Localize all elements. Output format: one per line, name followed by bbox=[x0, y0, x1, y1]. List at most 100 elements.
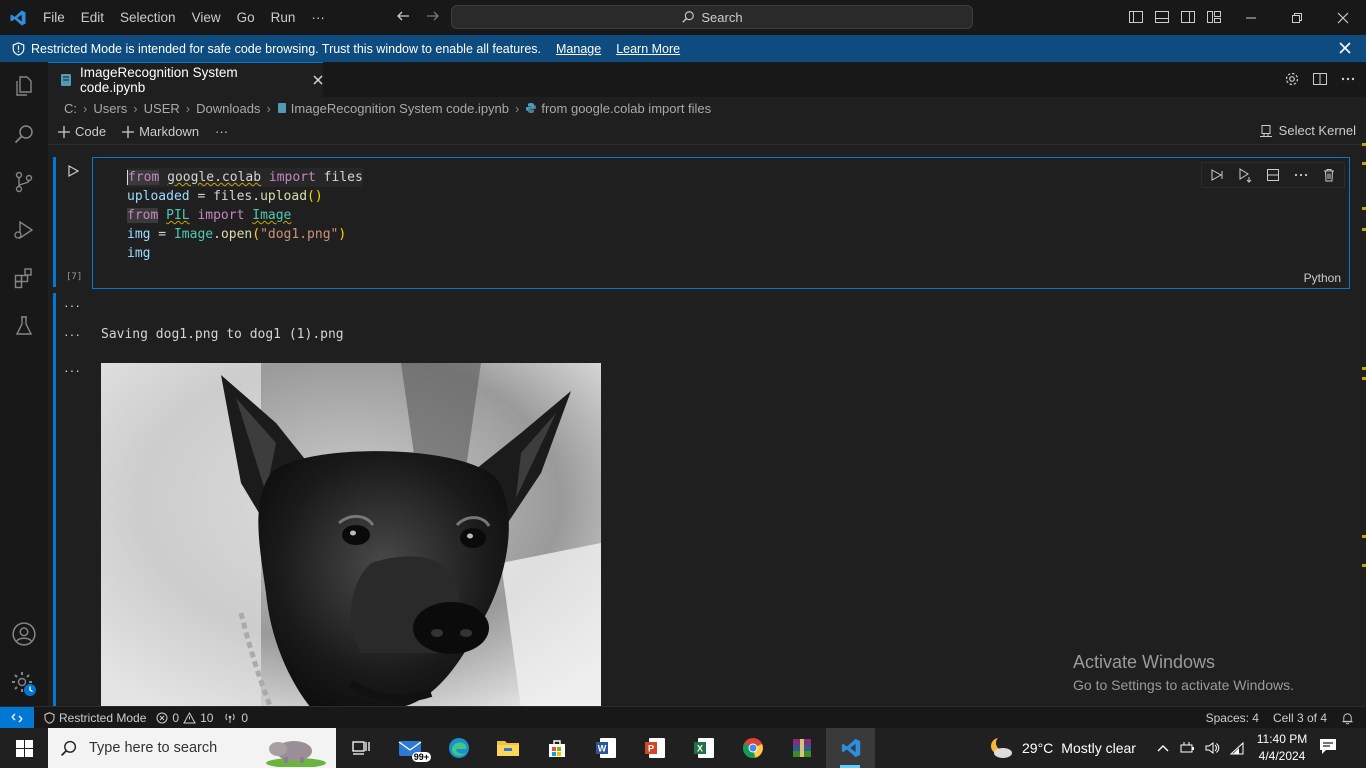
code-line-5: img bbox=[127, 246, 151, 261]
output-more-button[interactable]: ··· bbox=[64, 326, 81, 342]
indentation-status[interactable]: Spaces: 4 bbox=[1206, 711, 1259, 725]
close-tab-icon[interactable] bbox=[313, 75, 323, 85]
split-editor-icon[interactable] bbox=[1312, 71, 1328, 87]
excel-app-icon[interactable]: X bbox=[679, 728, 728, 768]
search-icon bbox=[60, 740, 77, 757]
svg-text:P: P bbox=[647, 744, 653, 754]
mail-badge: 99+ bbox=[411, 752, 431, 762]
minimap-marker bbox=[1362, 143, 1366, 146]
menu-more[interactable]: ··· bbox=[303, 10, 333, 25]
run-debug-icon[interactable] bbox=[0, 206, 48, 254]
code-cell[interactable]: from google.colab import files uploaded =… bbox=[92, 157, 1350, 289]
close-window-button[interactable] bbox=[1320, 0, 1366, 35]
restricted-mode-label: Restricted Mode bbox=[59, 710, 147, 725]
toolbar-more-button[interactable]: ··· bbox=[215, 124, 228, 139]
taskbar-search-box[interactable]: Type here to search bbox=[48, 728, 336, 768]
remote-window-icon[interactable] bbox=[0, 706, 34, 729]
learn-more-link[interactable]: Learn More bbox=[616, 42, 680, 56]
manage-gear-icon[interactable] bbox=[0, 660, 48, 708]
breadcrumb-downloads[interactable]: Downloads bbox=[196, 101, 260, 116]
cell-more-icon[interactable] bbox=[1290, 165, 1312, 185]
restricted-mode-status[interactable]: Restricted Mode bbox=[44, 711, 146, 725]
edge-browser-icon[interactable] bbox=[434, 728, 483, 768]
output-more-button[interactable]: ··· bbox=[64, 362, 81, 378]
breadcrumb-symbol[interactable]: from google.colab import files bbox=[541, 101, 711, 116]
cell-language[interactable]: Python bbox=[1304, 271, 1341, 285]
activate-subtitle: Go to Settings to activate Windows. bbox=[1073, 677, 1294, 693]
ports-status[interactable]: 0 bbox=[223, 711, 248, 725]
toggle-secondary-sidebar-icon[interactable] bbox=[1180, 9, 1196, 25]
microsoft-store-icon[interactable] bbox=[532, 728, 581, 768]
extensions-icon[interactable] bbox=[0, 254, 48, 302]
vscode-taskbar-icon[interactable] bbox=[826, 728, 875, 768]
battery-plug-icon[interactable] bbox=[1179, 741, 1195, 755]
winrar-app-icon[interactable] bbox=[777, 728, 826, 768]
menu-go[interactable]: Go bbox=[229, 10, 263, 25]
chrome-browser-icon[interactable] bbox=[728, 728, 777, 768]
breadcrumb-file[interactable]: ImageRecognition System code.ipynb bbox=[291, 101, 509, 116]
explorer-icon[interactable] bbox=[0, 62, 48, 110]
volume-icon[interactable] bbox=[1204, 741, 1220, 755]
back-arrow-icon[interactable] bbox=[395, 8, 411, 24]
chevron-right-icon: › bbox=[266, 100, 271, 116]
broadcast-icon bbox=[223, 712, 237, 724]
file-explorer-icon[interactable] bbox=[483, 728, 532, 768]
windows-start-icon[interactable] bbox=[0, 728, 48, 768]
chevron-up-icon[interactable] bbox=[1156, 743, 1170, 753]
notebook-toolbar: Code Markdown ··· Select Kernel bbox=[48, 119, 1366, 145]
breadcrumb-user[interactable]: USER bbox=[144, 101, 180, 116]
search-icon bbox=[681, 10, 695, 24]
breadcrumb-drive[interactable]: C: bbox=[64, 101, 77, 116]
toggle-panel-icon[interactable] bbox=[1154, 9, 1170, 25]
notebook-settings-gear-icon[interactable] bbox=[1284, 71, 1300, 87]
forward-arrow-icon[interactable] bbox=[425, 8, 441, 24]
split-cell-icon[interactable] bbox=[1262, 165, 1284, 185]
editor-tabs: ImageRecognition System code.ipynb bbox=[48, 62, 1366, 97]
select-kernel-label: Select Kernel bbox=[1278, 123, 1356, 138]
select-kernel-button[interactable]: Select Kernel bbox=[1259, 123, 1356, 138]
search-view-icon[interactable] bbox=[0, 110, 48, 158]
menu-selection[interactable]: Selection bbox=[112, 10, 184, 25]
task-view-icon[interactable] bbox=[336, 728, 385, 768]
run-cell-button[interactable] bbox=[66, 164, 80, 178]
powerpoint-app-icon[interactable]: P bbox=[630, 728, 679, 768]
menu-edit[interactable]: Edit bbox=[73, 10, 112, 25]
system-clock[interactable]: 11:40 PM 4/4/2024 bbox=[1256, 731, 1308, 765]
cell-position-status[interactable]: Cell 3 of 4 bbox=[1273, 711, 1327, 725]
close-banner-icon[interactable] bbox=[1339, 42, 1351, 54]
code-editor[interactable]: from google.colab import files uploaded =… bbox=[127, 168, 363, 263]
shield-icon bbox=[44, 711, 55, 724]
accounts-icon[interactable] bbox=[0, 610, 48, 658]
customize-layout-icon[interactable] bbox=[1206, 9, 1222, 25]
testing-flask-icon[interactable] bbox=[0, 302, 48, 350]
source-control-icon[interactable] bbox=[0, 158, 48, 206]
manage-link[interactable]: Manage bbox=[556, 42, 601, 56]
output-more-button[interactable]: ··· bbox=[64, 297, 81, 313]
add-markdown-cell-button[interactable]: Markdown bbox=[122, 124, 199, 139]
weather-widget[interactable]: 29°C Mostly clear bbox=[988, 728, 1136, 768]
notifications-bell-icon[interactable] bbox=[1341, 712, 1354, 725]
delete-cell-trash-icon[interactable] bbox=[1318, 165, 1340, 185]
wifi-icon[interactable] bbox=[1229, 741, 1245, 755]
action-center-icon[interactable] bbox=[1318, 736, 1338, 756]
execute-below-icon[interactable] bbox=[1234, 165, 1256, 185]
word-app-icon[interactable]: W bbox=[581, 728, 630, 768]
output-stdout: Saving dog1.png to dog1 (1).png bbox=[101, 327, 344, 342]
breadcrumb-users[interactable]: Users bbox=[93, 101, 127, 116]
tab-label: ImageRecognition System code.ipynb bbox=[80, 65, 238, 95]
menu-view[interactable]: View bbox=[184, 10, 229, 25]
plus-icon bbox=[58, 125, 70, 138]
command-center-search[interactable]: Search bbox=[451, 5, 973, 29]
menu-run[interactable]: Run bbox=[263, 10, 304, 25]
tab-notebook[interactable]: ImageRecognition System code.ipynb bbox=[48, 62, 323, 97]
minimize-button[interactable] bbox=[1228, 0, 1274, 35]
clock-time: 11:40 PM bbox=[1256, 732, 1308, 746]
execute-above-icon[interactable] bbox=[1206, 165, 1228, 185]
menu-file[interactable]: File bbox=[35, 10, 73, 25]
add-code-cell-button[interactable]: Code bbox=[58, 124, 106, 139]
problems-status[interactable]: 0 10 bbox=[156, 711, 213, 725]
mail-app-icon[interactable]: 99+ bbox=[385, 728, 434, 768]
more-actions-icon[interactable] bbox=[1340, 71, 1356, 87]
restore-button[interactable] bbox=[1274, 0, 1320, 35]
toggle-sidebar-icon[interactable] bbox=[1128, 9, 1144, 25]
